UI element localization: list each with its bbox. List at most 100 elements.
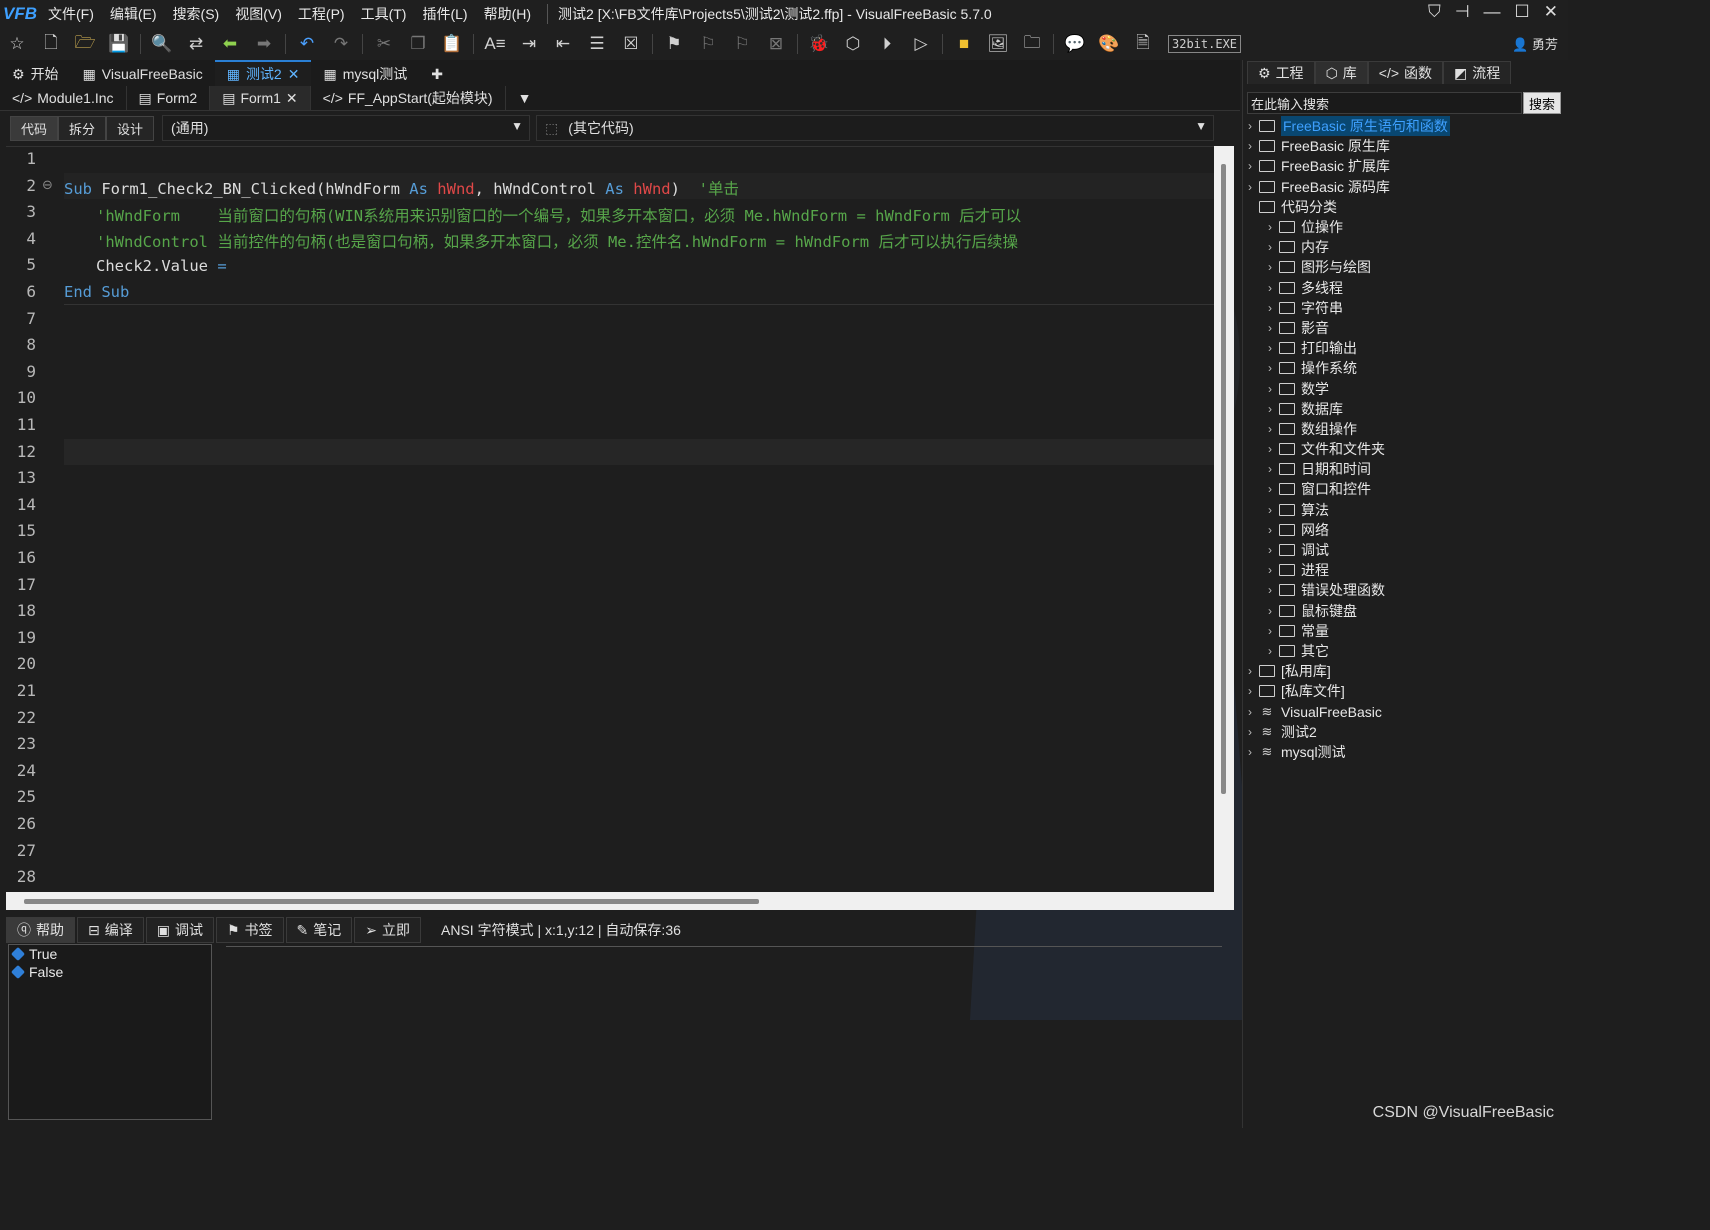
build-target-badge[interactable]: 32bit.EXE xyxy=(1168,35,1242,53)
chat-icon[interactable]: 💬 xyxy=(1064,33,1086,55)
tree-node[interactable]: › 数组操作 xyxy=(1243,419,1569,439)
file-tab-form1[interactable]: ▤ Form1 ✕ xyxy=(210,86,311,110)
tab-mysql-test[interactable]: ▦ mysql测试 xyxy=(311,62,419,86)
list-item[interactable]: True xyxy=(9,945,211,963)
chevron-right-icon[interactable]: › xyxy=(1263,644,1277,658)
chevron-right-icon[interactable]: › xyxy=(1243,745,1257,759)
chevron-right-icon[interactable]: › xyxy=(1263,482,1277,496)
chevron-right-icon[interactable]: › xyxy=(1243,705,1257,719)
tab-compile[interactable]: ⊟ 编译 xyxy=(77,917,144,943)
tree-node[interactable]: › 调试 xyxy=(1243,540,1569,560)
tree-node[interactable]: › 常量 xyxy=(1243,621,1569,641)
tab-help[interactable]: ⓠ 帮助 xyxy=(6,917,75,943)
tree-node[interactable]: › 数学 xyxy=(1243,378,1569,398)
chevron-right-icon[interactable]: › xyxy=(1263,462,1277,476)
tree-node[interactable]: › 内存 xyxy=(1243,237,1569,257)
tree-node[interactable]: › 日期和时间 xyxy=(1243,459,1569,479)
add-tab-button[interactable]: ✚ xyxy=(419,62,455,86)
shirt-icon[interactable]: ⛉ xyxy=(1428,2,1441,22)
file-tab-module1[interactable]: </> Module1.Inc xyxy=(0,86,127,110)
new-file-icon[interactable]: 🗋 xyxy=(40,33,62,55)
folder-icon[interactable]: 🗀 xyxy=(1021,33,1043,55)
bookmark-prev-icon[interactable]: ⚐ xyxy=(697,33,719,55)
menu-view[interactable]: 视图(V) xyxy=(227,4,290,24)
file-tab-ff-appstart[interactable]: </> FF_AppStart(起始模块) xyxy=(311,86,506,110)
open-folder-icon[interactable]: 🗁 xyxy=(74,33,96,55)
cut-icon[interactable]: ✂ xyxy=(373,33,395,55)
menu-project[interactable]: 工程(P) xyxy=(290,4,353,24)
tree-node[interactable]: › 数据库 xyxy=(1243,399,1569,419)
tree-node[interactable]: › 字符串 xyxy=(1243,298,1569,318)
menu-help[interactable]: 帮助(H) xyxy=(476,4,539,24)
chevron-right-icon[interactable]: › xyxy=(1263,382,1277,396)
code-editor[interactable]: 1 2 3 4 5 6 7 8 9 10 11 12 13 14 15 16 1… xyxy=(6,146,1234,893)
chevron-right-icon[interactable]: › xyxy=(1263,422,1277,436)
mode-code-button[interactable]: 代码 xyxy=(10,115,59,141)
chevron-right-icon[interactable]: › xyxy=(1263,543,1277,557)
file-tabs-dropdown[interactable]: ▼ xyxy=(506,86,544,110)
bookmark-next-icon[interactable]: ⚐ xyxy=(731,33,753,55)
cube-icon[interactable]: ⬡ xyxy=(842,33,864,55)
chevron-right-icon[interactable]: › xyxy=(1243,725,1257,739)
procedure-combo[interactable]: ⬚ (其它代码) ▼ xyxy=(536,115,1215,141)
chevron-right-icon[interactable]: › xyxy=(1263,301,1277,315)
star-icon[interactable]: ☆ xyxy=(6,33,28,55)
close-tab-icon[interactable]: ✕ xyxy=(288,66,300,83)
chevron-right-icon[interactable]: › xyxy=(1263,503,1277,517)
tab-test2[interactable]: ▦ 测试2 ✕ xyxy=(214,60,312,86)
editor-horizontal-scrollbar[interactable] xyxy=(6,892,1234,910)
tree-node[interactable]: › ≋ mysql测试 xyxy=(1243,742,1569,762)
tree-node[interactable]: › 错误处理函数 xyxy=(1243,580,1569,600)
tab-library[interactable]: ⬡ 库 xyxy=(1314,61,1368,84)
chevron-right-icon[interactable]: › xyxy=(1263,523,1277,537)
run-circle-icon[interactable]: ⏵ xyxy=(876,33,898,55)
tree-node[interactable]: › 网络 xyxy=(1243,520,1569,540)
tab-notes[interactable]: ✎ 笔记 xyxy=(285,917,353,943)
run-icon[interactable]: ▷ xyxy=(910,33,932,55)
tree-node[interactable]: › 影音 xyxy=(1243,318,1569,338)
close-icon[interactable]: ✕ xyxy=(1544,2,1558,22)
chevron-right-icon[interactable]: › xyxy=(1243,159,1257,173)
tree-node[interactable]: › 图形与绘图 xyxy=(1243,257,1569,277)
library-search-input[interactable]: 在此输入搜索 xyxy=(1247,92,1522,114)
tree-node[interactable]: › 其它 xyxy=(1243,641,1569,661)
tab-bookmarks[interactable]: ⚑ 书签 xyxy=(215,917,284,943)
back-icon[interactable]: ⬅ xyxy=(219,33,241,55)
object-combo[interactable]: (通用) ▼ xyxy=(162,115,531,141)
mode-split-button[interactable]: 拆分 xyxy=(58,115,107,141)
chevron-right-icon[interactable]: › xyxy=(1263,563,1277,577)
tab-immediate[interactable]: ➢ 立即 xyxy=(354,917,421,943)
chevron-right-icon[interactable]: › xyxy=(1243,684,1257,698)
menu-file[interactable]: 文件(F) xyxy=(40,4,102,24)
tree-node[interactable]: › 进程 xyxy=(1243,560,1569,580)
indent-icon[interactable]: ⇥ xyxy=(518,33,540,55)
package-icon[interactable]: ■ xyxy=(953,33,975,55)
menu-plugins[interactable]: 插件(L) xyxy=(414,4,475,24)
chevron-right-icon[interactable]: › xyxy=(1263,220,1277,234)
menu-tools[interactable]: 工具(T) xyxy=(353,4,415,24)
tree-node[interactable]: › FreeBasic 扩展库 xyxy=(1243,156,1569,176)
tab-debug[interactable]: ▣ 调试 xyxy=(145,917,214,943)
tree-node[interactable]: › ≋ VisualFreeBasic xyxy=(1243,701,1569,721)
chevron-right-icon[interactable]: › xyxy=(1243,180,1257,194)
tab-start[interactable]: ⚙ 开始 xyxy=(0,62,71,86)
find-icon[interactable]: 🔍 xyxy=(151,33,173,55)
tree-node[interactable]: › 算法 xyxy=(1243,500,1569,520)
chevron-right-icon[interactable]: › xyxy=(1243,139,1257,153)
menu-search[interactable]: 搜索(S) xyxy=(165,4,228,24)
chevron-right-icon[interactable]: › xyxy=(1243,119,1257,133)
chevron-right-icon[interactable]: › xyxy=(1263,402,1277,416)
maximize-icon[interactable]: ☐ xyxy=(1515,2,1530,22)
paste-icon[interactable]: 📋 xyxy=(441,33,463,55)
tree-node[interactable]: › 文件和文件夹 xyxy=(1243,439,1569,459)
redo-icon[interactable]: ↷ xyxy=(330,33,352,55)
menu-edit[interactable]: 编辑(E) xyxy=(102,4,165,24)
chevron-right-icon[interactable]: › xyxy=(1263,361,1277,375)
close-tab-icon[interactable]: ✕ xyxy=(286,90,298,107)
chevron-right-icon[interactable]: › xyxy=(1263,240,1277,254)
tree-node[interactable]: › [私库文件] xyxy=(1243,681,1569,701)
tree-node[interactable]: › FreeBasic 原生语句和函数 xyxy=(1243,116,1569,137)
file-tab-form2[interactable]: ▤ Form2 xyxy=(127,86,211,110)
tree-node[interactable]: › 多线程 xyxy=(1243,278,1569,298)
chevron-right-icon[interactable]: › xyxy=(1263,442,1277,456)
